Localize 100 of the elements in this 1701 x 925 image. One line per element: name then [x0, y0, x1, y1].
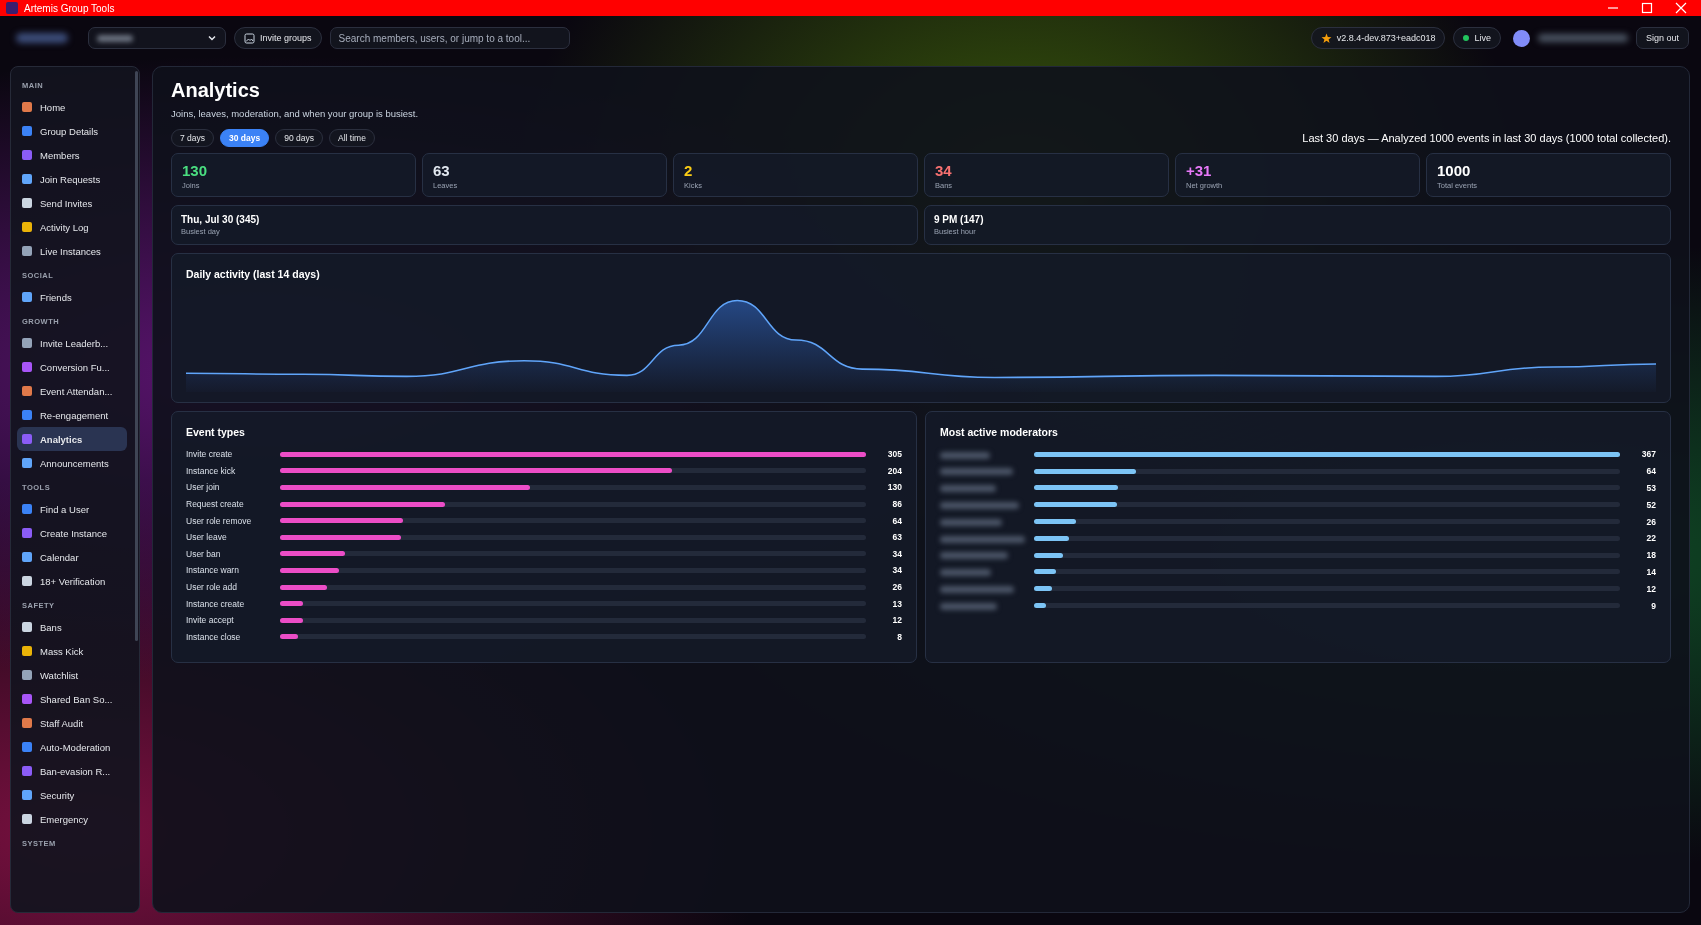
bar-label: Instance warn [186, 565, 240, 576]
redacted-logo [16, 33, 68, 43]
square-icon [22, 576, 32, 586]
square-icon [22, 386, 32, 396]
stat-value: Thu, Jul 30 (345) [181, 214, 261, 225]
bar-count: 18 [1645, 550, 1656, 561]
stat-value: 63 [433, 162, 451, 179]
star-icon [1320, 32, 1332, 44]
window-title: Artemis Group Tools [24, 2, 115, 14]
square-icon [22, 198, 32, 208]
bar-count: 34 [891, 565, 902, 576]
image-icon [244, 32, 255, 44]
search-field[interactable]: Search members, users, or jump to a tool... [329, 27, 570, 49]
square-icon [22, 790, 32, 800]
page-title: Analytics [171, 79, 261, 102]
sidebar-item[interactable]: Friends [17, 285, 127, 309]
square-icon [22, 458, 32, 468]
bar-count: 12 [1645, 583, 1656, 594]
sidebar-item[interactable]: Event Attendan... [17, 379, 127, 403]
sidebar-item[interactable]: Join Requests [17, 167, 127, 191]
sidebar-item[interactable]: Bans [17, 615, 127, 639]
sidebar-item[interactable]: Members [17, 143, 127, 167]
version-badge: v2.8.4-dev.873+eadc018 [1310, 27, 1446, 49]
sidebar-item[interactable]: 18+ Verification [17, 569, 127, 593]
avatar-circle[interactable] [1512, 29, 1530, 47]
bar-count: 64 [1645, 466, 1656, 477]
square-icon [22, 222, 32, 232]
sidebar-item[interactable]: Invite Leaderb... [17, 331, 127, 355]
square-icon [22, 410, 32, 420]
square-icon [22, 552, 32, 562]
sidebar-item[interactable]: Staff Audit [17, 711, 127, 735]
bar-count: 26 [1645, 516, 1656, 527]
square-icon [22, 670, 32, 680]
sidebar-item[interactable]: Find a User [17, 497, 127, 521]
stat-value: 130 [182, 162, 209, 179]
square-icon [22, 338, 32, 348]
bar-count: 305 [886, 449, 902, 460]
square-icon [22, 694, 32, 704]
bar-count: 8 [896, 631, 902, 642]
range-tab[interactable]: All time [329, 129, 375, 147]
bar-count: 12 [891, 615, 902, 626]
caret-icon [207, 33, 217, 43]
close-icon[interactable] [1675, 2, 1687, 14]
summary-text: Last 30 days — Analyzed 1000 events in last 30 days (1000 total collected). [1302, 132, 1671, 144]
bar-label: Invite accept [186, 615, 235, 626]
sidebar-item[interactable]: Watchlist [17, 663, 127, 687]
square-icon [22, 434, 32, 444]
stat-value: 34 [935, 162, 953, 179]
sidebar-item[interactable]: Create Instance [17, 521, 127, 545]
bar-label: Request create [186, 499, 245, 510]
range-tab[interactable]: 90 days [275, 129, 324, 147]
group-dropdown[interactable] [88, 27, 226, 49]
square-icon [22, 814, 32, 824]
stat-value: 9 PM (147) [934, 214, 985, 225]
bar-label: User role remove [186, 515, 253, 526]
sidebar-item[interactable]: Auto-Moderation [17, 735, 127, 759]
sidebar-item[interactable]: Shared Ban So... [17, 687, 127, 711]
range-tab[interactable]: 7 days [171, 129, 215, 147]
bar-label: Instance close [186, 631, 242, 642]
bar-count: 53 [1645, 483, 1656, 493]
sidebar-item[interactable]: Send Invites [17, 191, 127, 215]
bar-count: 13 [891, 598, 902, 609]
redacted-name [940, 569, 991, 577]
bar-label: Instance create [186, 598, 246, 609]
sidebar-item[interactable]: Mass Kick [17, 639, 127, 663]
sidebar-item[interactable]: Calendar [17, 545, 127, 569]
square-icon [22, 646, 32, 656]
square-icon [22, 766, 32, 776]
sidebar-item[interactable]: Group Details [17, 119, 127, 143]
redacted-name [940, 552, 1008, 560]
bar-count: 367 [1640, 449, 1656, 460]
maximize-icon[interactable] [1641, 2, 1653, 14]
range-tab[interactable]: 30 days [220, 129, 270, 147]
bar-count: 63 [891, 532, 902, 543]
square-icon [22, 102, 32, 112]
sidebar-item[interactable]: Announcements [17, 451, 127, 475]
redacted-name [940, 451, 990, 459]
sidebar-item[interactable]: Analytics [17, 427, 127, 451]
sidebar-item[interactable]: Home [17, 95, 127, 119]
sidebar-item[interactable]: Re-engagement [17, 403, 127, 427]
square-icon [22, 504, 32, 514]
redacted-name [940, 518, 1002, 526]
bar-label: Invite create [186, 449, 234, 460]
sidebar-item[interactable]: Live Instances [17, 239, 127, 263]
app-icon [6, 2, 18, 14]
sidebar-item[interactable]: Ban-evasion R... [17, 759, 127, 783]
square-icon [22, 126, 32, 136]
sidebar-item[interactable]: Conversion Fu... [17, 355, 127, 379]
bar-count: 64 [891, 515, 902, 526]
stat-value: 1000 [1437, 162, 1472, 179]
bar-label: User role add [186, 582, 239, 593]
card-title: Daily activity (last 14 days) [186, 268, 321, 280]
invite-groups-button[interactable]: Invite groups [234, 27, 322, 49]
sign-out-button[interactable]: Sign out [1635, 27, 1689, 49]
sidebar-item[interactable]: Security [17, 783, 127, 807]
sidebar-item[interactable]: Emergency [17, 807, 127, 831]
redacted-name [940, 602, 997, 610]
bar-count: 34 [891, 548, 902, 559]
bar-label: User join [186, 482, 221, 493]
sidebar-item[interactable]: Activity Log [17, 215, 127, 239]
